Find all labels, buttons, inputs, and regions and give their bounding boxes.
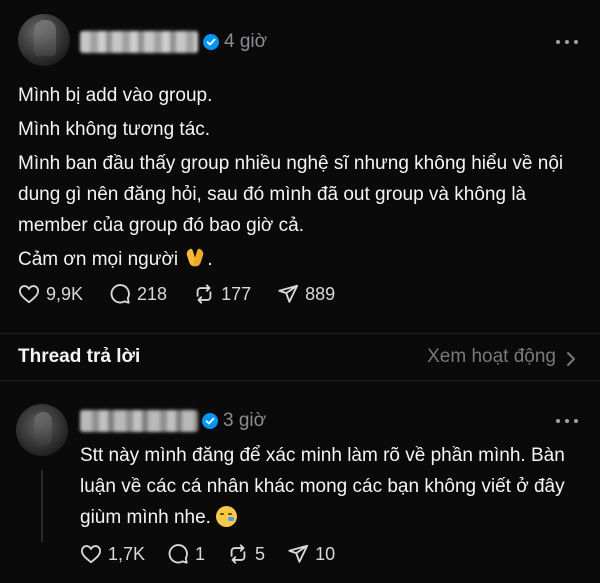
post-header: 4 giờ bbox=[0, 0, 600, 80]
share-count: 889 bbox=[305, 283, 336, 304]
comment-icon bbox=[168, 544, 188, 564]
share-icon bbox=[278, 284, 299, 303]
reply-body: Stt này mình đăng để xác minh làm rõ về … bbox=[80, 440, 585, 533]
repost-count: 177 bbox=[221, 283, 252, 304]
more-icon[interactable] bbox=[556, 417, 578, 425]
post-line-last: Cảm ơn mọi người . bbox=[18, 247, 213, 270]
like-button[interactable]: 1,7K bbox=[80, 544, 145, 565]
share-icon bbox=[288, 544, 309, 563]
share-count: 10 bbox=[315, 543, 336, 564]
post-line: Mình không tương tác. bbox=[18, 119, 211, 140]
reply-count: 1 bbox=[195, 543, 206, 564]
like-count: 1,7K bbox=[108, 543, 146, 564]
repost-icon bbox=[196, 284, 212, 304]
repost-button[interactable]: 5 bbox=[227, 543, 265, 565]
thread-replies-bar: Thread trả lời Xem hoạt động bbox=[0, 333, 600, 381]
post-actions: 9,9K 218 177 889 bbox=[18, 280, 361, 308]
reply-text: Stt này mình đăng để xác minh làm rõ về … bbox=[80, 445, 565, 528]
comment-icon bbox=[110, 284, 130, 304]
post-line: Mình ban đầu thấy group nhiều nghệ sĩ nh… bbox=[18, 153, 564, 236]
username-blurred[interactable] bbox=[80, 31, 198, 53]
thread-line bbox=[41, 470, 43, 542]
more-icon[interactable] bbox=[556, 38, 578, 46]
heart-icon bbox=[80, 545, 102, 564]
threads-screen: 4 giờ Mình bị add vào group. Mình không … bbox=[0, 0, 600, 583]
repost-count: 5 bbox=[255, 543, 266, 564]
reply-username-blurred[interactable] bbox=[80, 410, 198, 432]
comment-button[interactable]: 1 bbox=[167, 543, 205, 565]
crying-face-emoji bbox=[216, 506, 238, 527]
like-button[interactable]: 9,9K bbox=[18, 284, 83, 305]
share-button[interactable]: 889 bbox=[277, 283, 335, 305]
reply-actions: 1,7K 1 5 10 bbox=[80, 540, 357, 568]
reply-avatar[interactable] bbox=[16, 404, 68, 456]
verified-icon bbox=[202, 413, 218, 429]
heart-icon bbox=[18, 285, 40, 304]
post-timestamp: 4 giờ bbox=[224, 31, 268, 52]
thread-title: Thread trả lời bbox=[18, 346, 141, 367]
post-body: Mình bị add vào group. Mình không tương … bbox=[18, 80, 588, 278]
repost-button[interactable]: 177 bbox=[193, 283, 251, 305]
comment-button[interactable]: 218 bbox=[109, 283, 167, 305]
like-count: 9,9K bbox=[46, 283, 84, 304]
chevron-right-icon[interactable] bbox=[566, 351, 576, 367]
share-button[interactable]: 10 bbox=[287, 543, 335, 565]
reply-timestamp: 3 giờ bbox=[223, 410, 267, 431]
view-activity-link[interactable]: Xem hoạt động bbox=[427, 346, 556, 368]
post-line: Cảm ơn mọi người bbox=[18, 249, 179, 270]
reply-count: 218 bbox=[137, 283, 168, 304]
avatar[interactable] bbox=[18, 14, 70, 66]
repost-icon bbox=[230, 544, 246, 564]
post-line: Mình bị add vào group. bbox=[18, 85, 213, 106]
verified-icon bbox=[203, 34, 219, 50]
pray-emoji bbox=[183, 247, 207, 269]
